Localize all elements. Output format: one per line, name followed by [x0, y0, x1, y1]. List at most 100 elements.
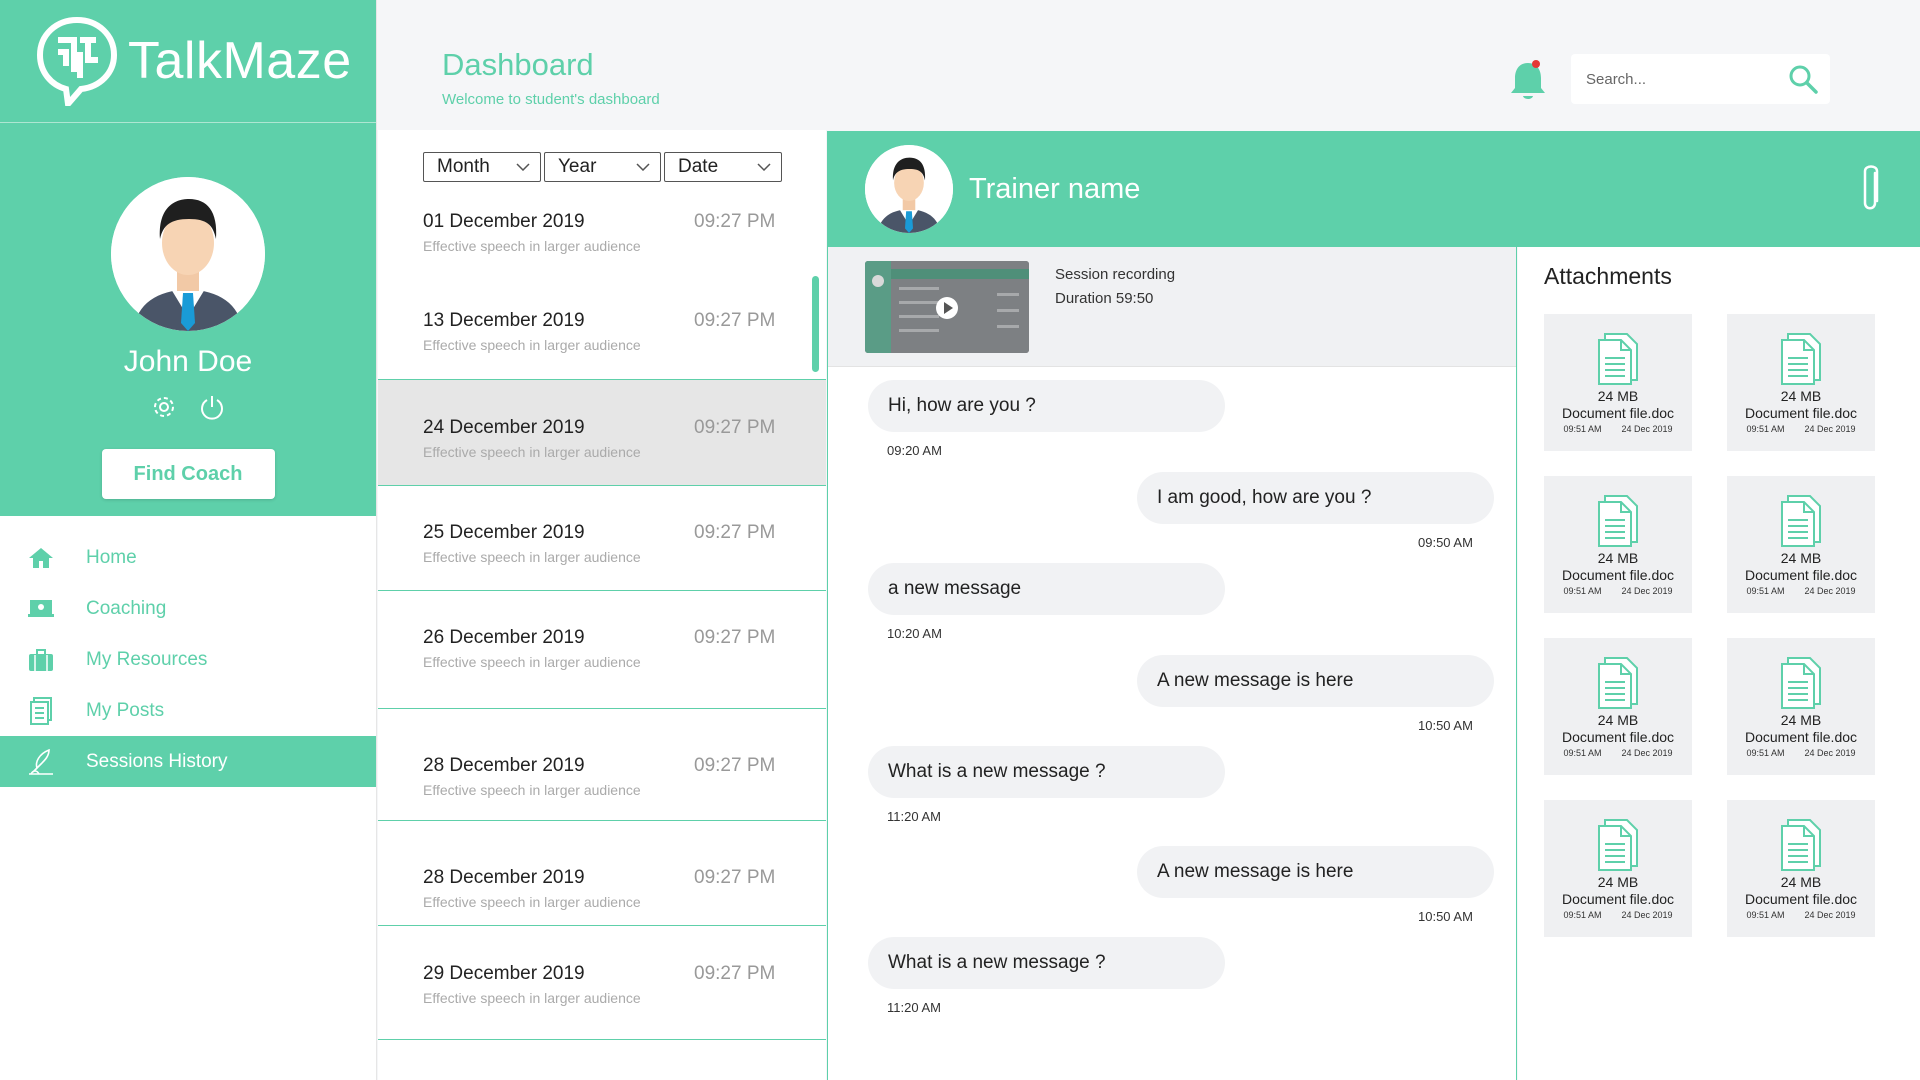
page-subtitle: Welcome to student's dashboard — [442, 91, 660, 108]
recording-title: Session recording — [1055, 266, 1176, 283]
document-file-icon — [1781, 333, 1821, 385]
session-time: 09:27 PM — [694, 211, 776, 232]
attachments-title: Attachments — [1544, 263, 1672, 289]
settings-gear-icon[interactable] — [150, 393, 178, 421]
message-time: 11:20 AM — [887, 809, 941, 824]
attachment-name: Document file.doc — [1561, 405, 1675, 421]
attachment-size: 24 MB — [1780, 388, 1822, 404]
attachment-date: 24 Dec 2019 — [1804, 424, 1856, 434]
attachment-name: Document file.doc — [1744, 729, 1858, 745]
user-avatar[interactable] — [111, 177, 265, 331]
session-date: 29 December 2019 — [423, 963, 585, 984]
attachment-size: 24 MB — [1597, 712, 1639, 728]
user-avatar-icon — [111, 177, 265, 331]
month-select[interactable]: Month — [423, 152, 541, 182]
session-description: Effective speech in larger audience — [423, 654, 641, 670]
trainer-avatar[interactable] — [865, 145, 953, 233]
search-input[interactable] — [1586, 70, 1776, 88]
attachment-card[interactable]: 24 MB Document file.doc 09:51 AM 24 Dec 2… — [1727, 476, 1875, 613]
year-select[interactable]: Year — [544, 152, 661, 182]
scrollbar-thumb[interactable] — [812, 276, 819, 372]
date-select-label: Date — [678, 156, 719, 177]
recording-duration: Duration 59:50 — [1055, 290, 1154, 307]
attachment-time: 09:51 AM — [1746, 586, 1785, 596]
brand-bar: TalkMaze — [0, 0, 376, 123]
sidebar-item-my-posts[interactable]: My Posts — [0, 685, 376, 736]
play-icon[interactable] — [935, 296, 959, 320]
session-row[interactable]: 29 December 2019 09:27 PM Effective spee… — [378, 926, 826, 1040]
find-coach-button[interactable]: Find Coach — [101, 449, 275, 499]
attachment-time: 09:51 AM — [1746, 910, 1785, 920]
sidebar-nav: Home Coaching My Resources My Posts Sess… — [0, 532, 376, 787]
chevron-down-icon — [516, 163, 530, 171]
quill-icon — [26, 747, 56, 777]
attachment-size: 24 MB — [1780, 712, 1822, 728]
notification-dot — [1532, 60, 1540, 68]
session-date: 24 December 2019 — [423, 417, 585, 438]
attachment-date: 24 Dec 2019 — [1804, 748, 1856, 758]
attachment-card[interactable]: 24 MB Document file.doc 09:51 AM 24 Dec 2… — [1544, 800, 1692, 937]
session-date: 28 December 2019 — [423, 867, 585, 888]
message-time: 10:20 AM — [887, 626, 942, 641]
document-file-icon — [1598, 333, 1638, 385]
message-time: 09:20 AM — [887, 443, 942, 458]
attachment-date: 24 Dec 2019 — [1621, 748, 1673, 758]
session-date: 13 December 2019 — [423, 310, 585, 331]
session-time: 09:27 PM — [694, 522, 776, 543]
attachment-card[interactable]: 24 MB Document file.doc 09:51 AM 24 Dec 2… — [1727, 314, 1875, 451]
sidebar-item-sessions-history[interactable]: Sessions History — [0, 736, 376, 787]
search-icon[interactable] — [1788, 64, 1818, 94]
sidebar-item-coaching[interactable]: Coaching — [0, 583, 376, 634]
attachment-name: Document file.doc — [1744, 405, 1858, 421]
attachment-card[interactable]: 24 MB Document file.doc 09:51 AM 24 Dec 2… — [1727, 638, 1875, 775]
attachment-size: 24 MB — [1597, 874, 1639, 890]
attachment-card[interactable]: 24 MB Document file.doc 09:51 AM 24 Dec 2… — [1727, 800, 1875, 937]
session-date: 28 December 2019 — [423, 755, 585, 776]
sessions-list: Month Year Date 01 December 2019 09:27 P… — [378, 130, 826, 1080]
chevron-down-icon — [636, 163, 650, 171]
search-box[interactable] — [1571, 54, 1830, 104]
user-name: John Doe — [123, 345, 253, 378]
chat-panel: Session recording Duration 59:50 Hi, how… — [827, 247, 1517, 1080]
session-time: 09:27 PM — [694, 627, 776, 648]
attachments-panel: Attachments 24 MB Document file.doc 09:5… — [1518, 247, 1920, 1080]
attachment-card[interactable]: 24 MB Document file.doc 09:51 AM 24 Dec 2… — [1544, 314, 1692, 451]
notification-bell-icon[interactable] — [1506, 57, 1550, 103]
talkmaze-logo-icon — [36, 16, 118, 106]
attachment-size: 24 MB — [1597, 550, 1639, 566]
session-row[interactable]: 28 December 2019 09:27 PM Effective spee… — [378, 821, 826, 926]
session-date: 26 December 2019 — [423, 627, 585, 648]
attachment-time: 09:51 AM — [1563, 424, 1602, 434]
sidebar-item-label: Home — [86, 546, 137, 568]
attachment-size: 24 MB — [1780, 874, 1822, 890]
attachment-time: 09:51 AM — [1563, 586, 1602, 596]
session-filters: Month Year Date — [378, 130, 826, 182]
sidebar-item-my-resources[interactable]: My Resources — [0, 634, 376, 685]
session-row[interactable]: 25 December 2019 09:27 PM Effective spee… — [378, 486, 826, 591]
attachment-card[interactable]: 24 MB Document file.doc 09:51 AM 24 Dec 2… — [1544, 476, 1692, 613]
attachment-date: 24 Dec 2019 — [1804, 586, 1856, 596]
document-file-icon — [1781, 819, 1821, 871]
session-row[interactable]: 13 December 2019 09:27 PM Effective spee… — [378, 272, 826, 380]
attachment-date: 24 Dec 2019 — [1804, 910, 1856, 920]
home-icon — [26, 543, 56, 573]
session-row[interactable]: 28 December 2019 09:27 PM Effective spee… — [378, 709, 826, 821]
paperclip-icon[interactable] — [1855, 163, 1885, 217]
attachment-size: 24 MB — [1780, 550, 1822, 566]
power-icon[interactable] — [198, 393, 226, 421]
session-date: 01 December 2019 — [423, 211, 585, 232]
sidebar-item-label: My Posts — [86, 699, 165, 721]
trainer-name: Trainer name — [969, 173, 1141, 205]
date-select[interactable]: Date — [664, 152, 782, 182]
top-header: Dashboard Welcome to student's dashboard — [378, 0, 1920, 130]
session-row-selected[interactable]: 24 December 2019 09:27 PM Effective spee… — [378, 380, 826, 486]
attachment-date: 24 Dec 2019 — [1621, 910, 1673, 920]
attachment-size: 24 MB — [1597, 388, 1639, 404]
attachment-date: 24 Dec 2019 — [1621, 586, 1673, 596]
attachment-card[interactable]: 24 MB Document file.doc 09:51 AM 24 Dec 2… — [1544, 638, 1692, 775]
document-icon — [26, 696, 56, 726]
session-row[interactable]: 26 December 2019 09:27 PM Effective spee… — [378, 591, 826, 709]
sidebar-item-home[interactable]: Home — [0, 532, 376, 583]
chat-header: Trainer name — [827, 131, 1920, 247]
recording-thumbnail[interactable] — [865, 261, 1029, 353]
